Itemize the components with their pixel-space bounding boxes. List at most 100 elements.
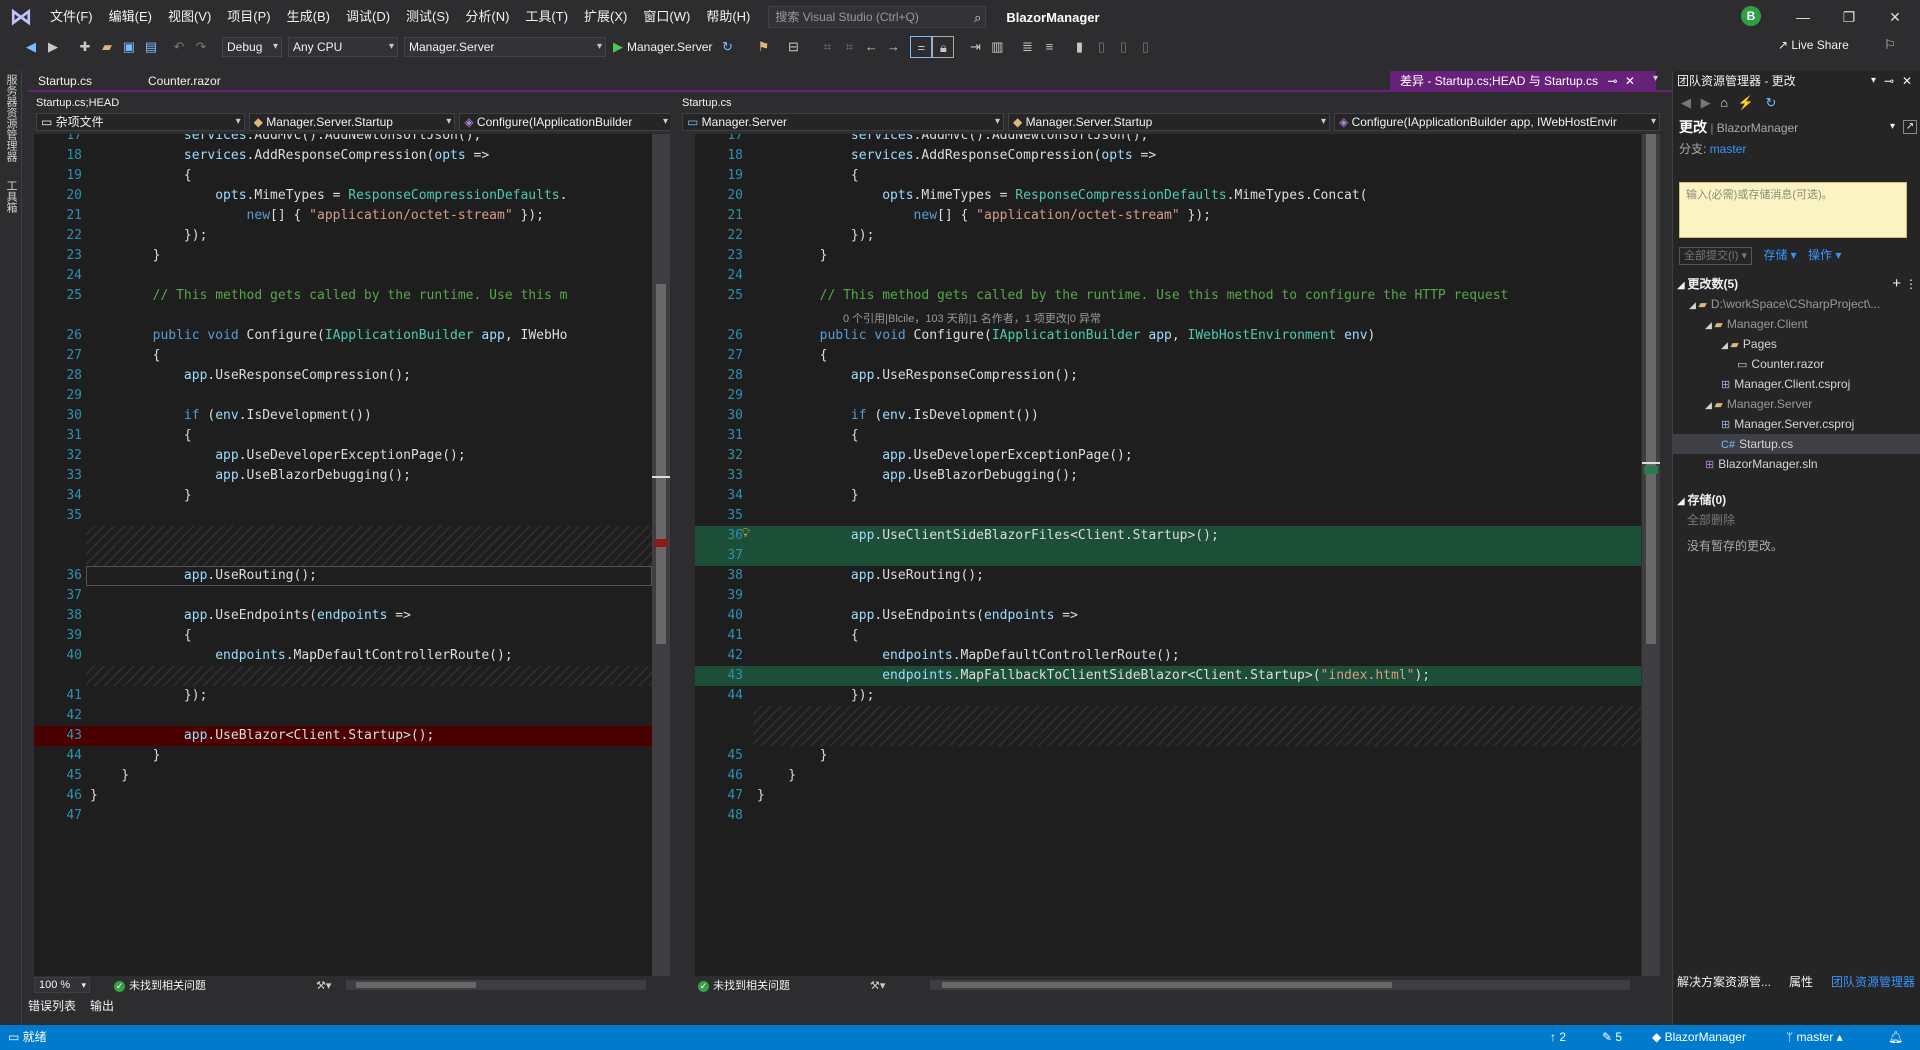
platform-select[interactable]: Any CPU [288,37,398,57]
menu-window[interactable]: 窗口(W) [635,0,698,34]
startup-project-select[interactable]: Manager.Server [404,37,606,57]
left-diff-editor[interactable]: 17 services.AddMvc().AddNewtonsoftJson()… [34,134,652,976]
codelens-info[interactable]: 0 个引用|Blcile，103 天前|1 名作者，1 项更改|0 异常 [843,310,1101,326]
changed-file-item[interactable]: C# Startup.cs [1673,434,1920,454]
code-line[interactable]: 20 opts.MimeTypes = ResponseCompressionD… [34,186,652,206]
code-line[interactable]: 26 public void Configure(IApplicationBui… [695,326,1641,346]
bookmark-disable-icon[interactable]: ▯ [1134,36,1156,58]
live-share-button[interactable]: ↗ Live Share [1778,38,1849,52]
left-horizontal-scrollbar[interactable] [346,980,646,990]
code-line[interactable]: 44 } [34,746,652,766]
code-line[interactable]: 25 // This method gets called by the run… [695,286,1641,306]
code-line[interactable] [695,306,1641,326]
left-vertical-scrollbar[interactable] [652,134,670,976]
changed-file-item[interactable]: ◢ ▰ Pages [1673,334,1920,354]
tab-output[interactable]: 输出 [90,996,114,1016]
delete-all-link[interactable]: 全部删除 [1673,510,1920,530]
code-line[interactable]: 22 }); [695,226,1641,246]
panel-pin-icon[interactable]: ⊸ [1884,71,1894,91]
code-line[interactable]: 43 app.UseBlazor<Client.Startup>(); [34,726,652,746]
forward-icon[interactable]: ▶ [1701,95,1711,110]
repository-status[interactable]: ◆ BlazorManager [1652,1025,1746,1050]
code-line[interactable]: 24 [695,266,1641,286]
code-line[interactable]: 35 [34,506,652,526]
code-line[interactable]: 42 endpoints.MapDefaultControllerRoute()… [695,646,1641,666]
code-line[interactable]: 44 }); [695,686,1641,706]
code-line[interactable]: 40 app.UseEndpoints(endpoints => [695,606,1641,626]
code-line[interactable]: 17 services.AddMvc().AddNewtonsoftJson()… [34,134,652,146]
tab-solution-explorer[interactable]: 解决方案资源管... [1677,972,1771,992]
code-line[interactable]: 31 { [695,426,1641,446]
code-line[interactable]: 23 } [34,246,652,266]
split-icon[interactable]: ▥ [986,36,1008,58]
code-line[interactable]: 29 [695,386,1641,406]
menu-help[interactable]: 帮助(H) [698,0,758,34]
right-type-nav[interactable]: ◆ Manager.Server.Startup [1008,113,1330,131]
branch-link[interactable]: master [1710,142,1747,156]
menu-debug[interactable]: 调试(D) [338,0,398,34]
changed-file-item[interactable]: ◢ ▰ Manager.Client [1673,314,1920,334]
side-by-side-icon[interactable]: = [910,36,933,58]
commit-all-button[interactable]: 全部提交(I) ▾ [1679,247,1752,265]
right-vertical-scrollbar[interactable] [1642,134,1660,976]
expand-icon[interactable]: ↗ [1903,120,1917,134]
panel-dropdown-icon[interactable]: ▾ [1871,71,1876,91]
code-line[interactable]: 45 } [34,766,652,786]
code-line[interactable]: 21 new[] { "application/octet-stream" })… [695,206,1641,226]
feedback-icon[interactable]: ⚐ [1884,37,1896,53]
code-line[interactable]: 23 } [695,246,1641,266]
navigate-back-icon[interactable]: ◀ [20,36,42,58]
menu-extensions[interactable]: 扩展(X) [576,0,635,34]
code-line[interactable]: 37 [695,546,1641,566]
restore-icon[interactable]: ❐ [1826,0,1872,34]
more-icon[interactable]: ⋮ [1905,274,1917,294]
tab-properties[interactable]: 属性 [1789,972,1813,992]
changed-file-item[interactable]: ▭ Counter.razor [1673,354,1920,374]
search-input[interactable]: 搜索 Visual Studio (Ctrl+Q) ⌕ [768,6,987,28]
code-line[interactable]: 47} [695,786,1641,806]
code-line[interactable]: 21 new[] { "application/octet-stream" })… [34,206,652,226]
changed-file-item[interactable]: ⊞ BlazorManager.sln [1673,454,1920,474]
code-line[interactable]: 30 if (env.IsDevelopment()) [34,406,652,426]
code-line[interactable]: 32 app.UseDeveloperExceptionPage(); [695,446,1641,466]
right-issues[interactable]: ✓ 未找到相关问题 [698,977,790,993]
expand-arrow-icon[interactable]: ◢ [1705,400,1714,410]
code-line[interactable] [34,306,652,326]
next-change-icon[interactable]: → [882,36,904,58]
stash-section-header[interactable]: ◢ 存储(0) [1673,490,1920,510]
panel-close-icon[interactable]: ✕ [1902,71,1912,91]
code-line[interactable]: 27 { [695,346,1641,366]
menu-project[interactable]: 项目(P) [219,0,278,34]
right-hscroll-thumb[interactable] [942,982,1392,988]
actions-button[interactable]: 操作 ▾ [1808,248,1841,262]
code-line[interactable]: 45 } [695,746,1641,766]
cleanup-icon[interactable]: ⚒▾ [316,979,331,992]
tab-close-icon[interactable]: ✕ [1625,74,1635,88]
code-line[interactable]: 48 [695,806,1641,826]
right-scroll-thumb[interactable] [1646,134,1656,644]
minimize-icon[interactable]: — [1780,0,1826,34]
left-scroll-thumb[interactable] [656,284,666,644]
account-avatar[interactable]: B [1741,6,1761,26]
expand-arrow-icon[interactable]: ◢ [1705,320,1714,330]
code-line[interactable]: 33 app.UseBlazorDebugging(); [34,466,652,486]
open-file-icon[interactable]: ▰ [96,36,118,58]
changed-file-item[interactable]: ◢ ▰ Manager.Server [1673,394,1920,414]
expand-arrow-icon[interactable]: ◢ [1689,300,1698,310]
code-line[interactable]: 41 { [695,626,1641,646]
code-line[interactable]: 37 [34,586,652,606]
notifications-icon[interactable]: 🔔︎ [1888,1025,1903,1050]
code-line[interactable]: 42 [34,706,652,726]
comment-icon[interactable]: ≣ [1016,36,1038,58]
commit-message-input[interactable]: 输入(必需)或存储消息(可选)。 [1679,182,1907,238]
code-line[interactable]: 22 }); [34,226,652,246]
tab-startup-cs[interactable]: Startup.cs [28,71,102,92]
back-icon[interactable]: ◀ [1681,95,1691,110]
left-issues[interactable]: ✓ 未找到相关问题 [114,977,206,993]
branch-status[interactable]: ᛘ master ▴ [1786,1025,1843,1050]
code-line[interactable]: 26 public void Configure(IApplicationBui… [34,326,652,346]
expand-arrow-icon[interactable]: ◢ [1721,340,1730,350]
bookmark-toggle-icon[interactable]: ▮ [1068,36,1090,58]
code-line[interactable]: 43 endpoints.MapFallbackToClientSideBlaz… [695,666,1641,686]
code-line[interactable]: 29 [34,386,652,406]
